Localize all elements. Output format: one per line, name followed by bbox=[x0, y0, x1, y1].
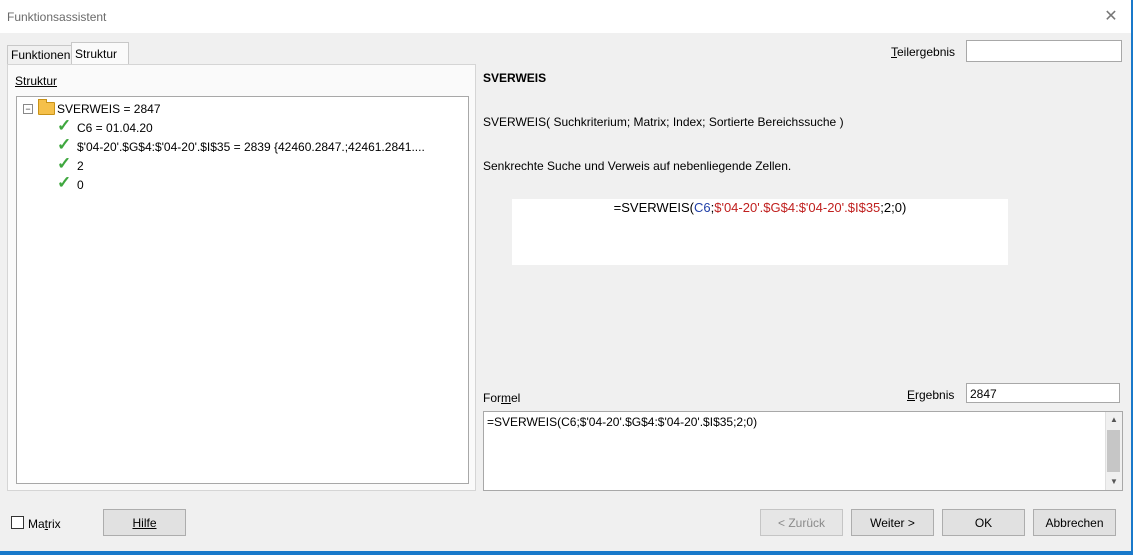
tab-struktur[interactable]: Struktur bbox=[71, 42, 129, 65]
tree-root-row[interactable]: − SVERWEIS = 2847 bbox=[20, 99, 460, 118]
tree-item-arg2[interactable]: ✓ $'04-20'.$G$4:$'04-20'.$I$35 = 2839 {4… bbox=[57, 135, 467, 156]
title-bar: Funktionsassistent ✕ bbox=[0, 0, 1131, 33]
check-icon: ✓ bbox=[57, 116, 72, 135]
next-button[interactable]: Weiter > bbox=[851, 509, 934, 536]
tree-root-label: SVERWEIS = 2847 bbox=[57, 102, 161, 116]
formula-input[interactable]: =SVERWEIS(C6;$'04-20'.$G$4:$'04-20'.$I$3… bbox=[483, 411, 1123, 491]
scroll-down-icon[interactable]: ▼ bbox=[1106, 474, 1122, 490]
scroll-up-icon[interactable]: ▲ bbox=[1106, 412, 1122, 428]
formula-scrollbar[interactable]: ▲ ▼ bbox=[1105, 412, 1122, 490]
structure-tree[interactable]: − SVERWEIS = 2847 ✓ C6 = 01.04.20 ✓ $'04… bbox=[16, 96, 469, 484]
structure-panel: Struktur − SVERWEIS = 2847 ✓ C6 = 01.04.… bbox=[7, 64, 476, 491]
ergebnis-label: Ergebnis bbox=[907, 388, 955, 402]
back-button[interactable]: < Zurück bbox=[760, 509, 843, 536]
function-name: SVERWEIS bbox=[483, 71, 547, 85]
tree-item-label: 0 bbox=[77, 178, 84, 192]
teilergebnis-field[interactable] bbox=[966, 40, 1122, 62]
function-description: Senkrechte Suche und Verweis auf nebenli… bbox=[483, 159, 792, 173]
preview-suffix: ;2;0) bbox=[880, 200, 907, 215]
tree-item-arg3[interactable]: ✓ 2 bbox=[57, 154, 257, 175]
cancel-button-label: Abbrechen bbox=[1045, 516, 1104, 530]
matrix-checkbox[interactable] bbox=[11, 516, 24, 529]
formula-preview: =SVERWEIS(C6;$'04-20'.$G$4:$'04-20'.$I$3… bbox=[512, 199, 1008, 265]
teilergebnis-label: Teilergebnis bbox=[891, 45, 956, 59]
function-wizard-dialog: Funktionsassistent ✕ Funktionen Struktur… bbox=[0, 0, 1133, 553]
folder-open-icon bbox=[38, 99, 55, 115]
structure-label: Struktur bbox=[15, 74, 58, 88]
close-icon[interactable]: ✕ bbox=[1101, 6, 1121, 26]
function-signature: SVERWEIS( Suchkriterium; Matrix; Index; … bbox=[483, 115, 844, 129]
preview-arg2: $'04-20'.$G$4:$'04-20'.$I$35 bbox=[714, 200, 881, 215]
tab-funktionen[interactable]: Funktionen bbox=[7, 45, 78, 65]
back-button-label: < Zurück bbox=[777, 516, 825, 530]
tab-funktionen-label: Funktionen bbox=[11, 48, 71, 62]
ok-button-label: OK bbox=[974, 516, 993, 530]
ergebnis-field[interactable]: 2847 bbox=[966, 383, 1120, 403]
formula-text: =SVERWEIS(C6;$'04-20'.$G$4:$'04-20'.$I$3… bbox=[487, 415, 758, 429]
tree-item-label: $'04-20'.$G$4:$'04-20'.$I$35 = 2839 {424… bbox=[77, 140, 425, 154]
tree-item-label: C6 = 01.04.20 bbox=[77, 121, 153, 135]
scroll-thumb[interactable] bbox=[1107, 430, 1120, 472]
window-title: Funktionsassistent bbox=[7, 10, 107, 24]
help-button-label: Hilfe bbox=[132, 516, 157, 530]
tree-item-arg1[interactable]: ✓ C6 = 01.04.20 bbox=[57, 116, 457, 137]
preview-arg1: C6 bbox=[693, 200, 711, 215]
tree-item-arg4[interactable]: ✓ 0 bbox=[57, 173, 257, 194]
ok-button[interactable]: OK bbox=[942, 509, 1025, 536]
check-icon: ✓ bbox=[57, 135, 72, 154]
check-icon: ✓ bbox=[57, 173, 72, 192]
formula-preview-text: =SVERWEIS(C6;$'04-20'.$G$4:$'04-20'.$I$3… bbox=[512, 200, 1008, 215]
tree-item-label: 2 bbox=[77, 159, 84, 173]
help-button[interactable]: Hilfe bbox=[103, 509, 186, 536]
collapse-icon[interactable]: − bbox=[23, 104, 33, 114]
teilergebnis-label-rest: eilergebnis bbox=[897, 45, 956, 59]
tab-struktur-label: Struktur bbox=[75, 47, 118, 61]
formel-label: Formel bbox=[483, 391, 521, 405]
check-icon: ✓ bbox=[57, 154, 72, 173]
preview-prefix: =SVERWEIS( bbox=[613, 200, 694, 215]
cancel-button[interactable]: Abbrechen bbox=[1033, 509, 1116, 536]
next-button-label: Weiter > bbox=[870, 516, 915, 530]
matrix-label: Matrix bbox=[28, 517, 61, 531]
